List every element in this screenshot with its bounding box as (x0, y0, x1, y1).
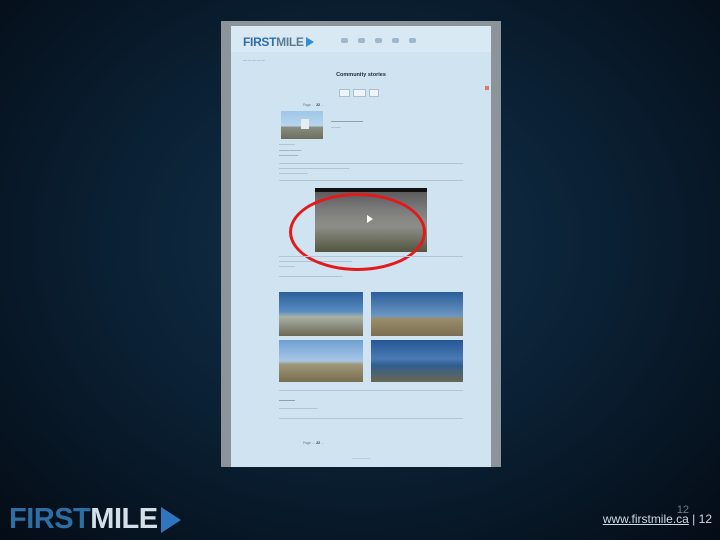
website-link[interactable]: www.firstmile.ca 12 (603, 504, 689, 526)
story-meta: ————— ——————— —————— (279, 142, 302, 157)
tab-2[interactable] (353, 89, 366, 97)
firstmile-logo: FIRST MILE (9, 505, 181, 534)
story-intro: —————————————————————— ————————— (279, 166, 350, 175)
nav-icon-3[interactable] (375, 38, 382, 43)
story-photo[interactable] (279, 292, 363, 336)
nav-icon-5[interactable] (409, 38, 416, 43)
page-title: Community stories (336, 72, 386, 78)
site-header: FIRSTMILE (231, 26, 491, 52)
embedded-screenshot: FIRSTMILE — — — — — Community stories Pa… (221, 21, 501, 467)
feed-icon[interactable] (485, 86, 489, 90)
story-photo[interactable] (279, 340, 363, 382)
find-out-more-links[interactable]: ———————————— (279, 406, 463, 411)
separator: | (692, 512, 696, 526)
pager-top: Page … 22 … (303, 103, 325, 107)
slide-footer: www.firstmile.ca 12 | 12 (603, 504, 712, 526)
divider (279, 256, 463, 257)
view-tabs (339, 89, 380, 97)
nav-icon-4[interactable] (392, 38, 399, 43)
play-arrow-icon (160, 506, 181, 533)
find-out-more-heading: ———— (279, 397, 295, 402)
breadcrumb: — — — — — (243, 58, 265, 62)
website-page: FIRSTMILE — — — — — Community stories Pa… (231, 26, 491, 467)
tab-1[interactable] (339, 89, 351, 97)
nav-icon-2[interactable] (358, 38, 365, 43)
play-arrow-icon (305, 37, 314, 47)
site-logo[interactable]: FIRSTMILE (243, 36, 314, 48)
site-footer: —————— (352, 456, 370, 460)
divider (279, 390, 463, 391)
story-photo[interactable] (371, 292, 463, 336)
video-title-bar (315, 188, 427, 192)
pager-current: 22 (316, 441, 320, 445)
story-photo[interactable] (371, 340, 463, 382)
nav-icons (341, 38, 416, 43)
story-title[interactable]: ———————— (331, 118, 363, 123)
pager-bottom: Page … 22 … (303, 441, 325, 445)
tab-3[interactable] (368, 89, 380, 97)
divider (279, 163, 463, 164)
divider (279, 180, 463, 181)
story-thumbnail[interactable] (281, 111, 323, 139)
pager-current: 22 (316, 103, 320, 107)
story-body: ——————————————————————— ————— ————————————… (279, 259, 353, 278)
nav-icon-1[interactable] (341, 38, 348, 43)
story-subtitle: ——— (331, 125, 341, 129)
divider (279, 418, 463, 419)
page-number-overlay: 12 (676, 504, 690, 516)
page-number: 12 (698, 512, 712, 526)
